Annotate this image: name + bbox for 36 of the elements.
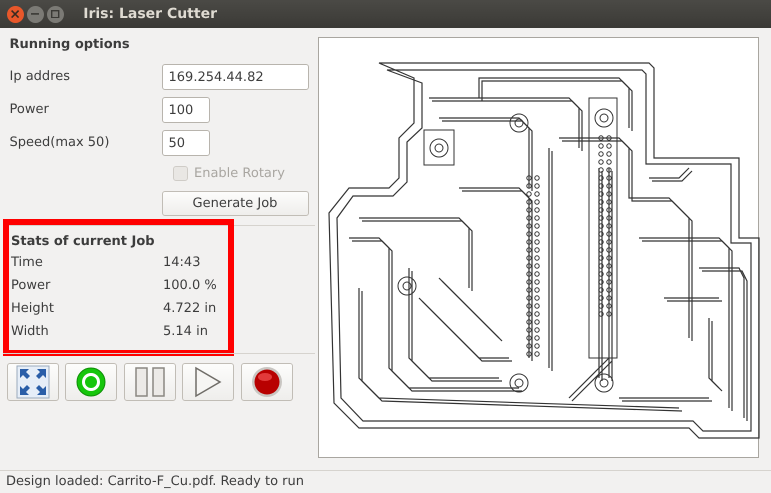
field-label: Ip addres [10, 68, 72, 86]
input-field[interactable]: 100 [162, 97, 210, 123]
maximize-icon [51, 10, 60, 18]
input-field[interactable]: 50 [162, 130, 210, 156]
close-icon [10, 10, 20, 18]
record-icon [250, 364, 284, 399]
field-label: Power [10, 101, 50, 120]
status-bar: Design loaded: Carrito-F_Cu.pdf. Ready to run [0, 470, 771, 493]
stop-button[interactable] [240, 362, 292, 401]
stat-label: Power [11, 276, 52, 294]
close-button[interactable] [6, 6, 24, 22]
stat-value: 5.14 in [163, 322, 208, 340]
stat-label: Width [11, 322, 50, 340]
stat-label: Time [11, 254, 44, 272]
window-title: Iris: Laser Cutter [83, 4, 217, 24]
stat-value: 14:43 [163, 254, 200, 272]
stat-label: Height [11, 300, 55, 318]
fit-button[interactable] [6, 362, 58, 401]
target-icon [75, 366, 107, 398]
section-heading: Running options [8, 36, 131, 54]
fit-to-view-icon [16, 364, 50, 399]
play-button[interactable] [182, 362, 234, 401]
minimize-icon [31, 13, 40, 15]
minimize-button[interactable] [26, 6, 44, 22]
stat-value: 100.0 % [163, 276, 217, 294]
field-label: Speed(max 50) [10, 134, 110, 152]
checkbox-label: Enable Rotary [194, 164, 285, 183]
section-heading: Stats of current Job [11, 232, 156, 251]
pause-button[interactable] [124, 362, 176, 401]
stat-value: 4.722 in [163, 300, 216, 318]
maximize-button[interactable] [47, 6, 64, 22]
input-field[interactable]: 169.254.44.82 [162, 64, 308, 90]
play-icon [194, 366, 222, 398]
pause-icon [134, 366, 166, 397]
home-button[interactable] [65, 362, 117, 401]
generate-job-button[interactable]: Generate Job [162, 190, 308, 216]
